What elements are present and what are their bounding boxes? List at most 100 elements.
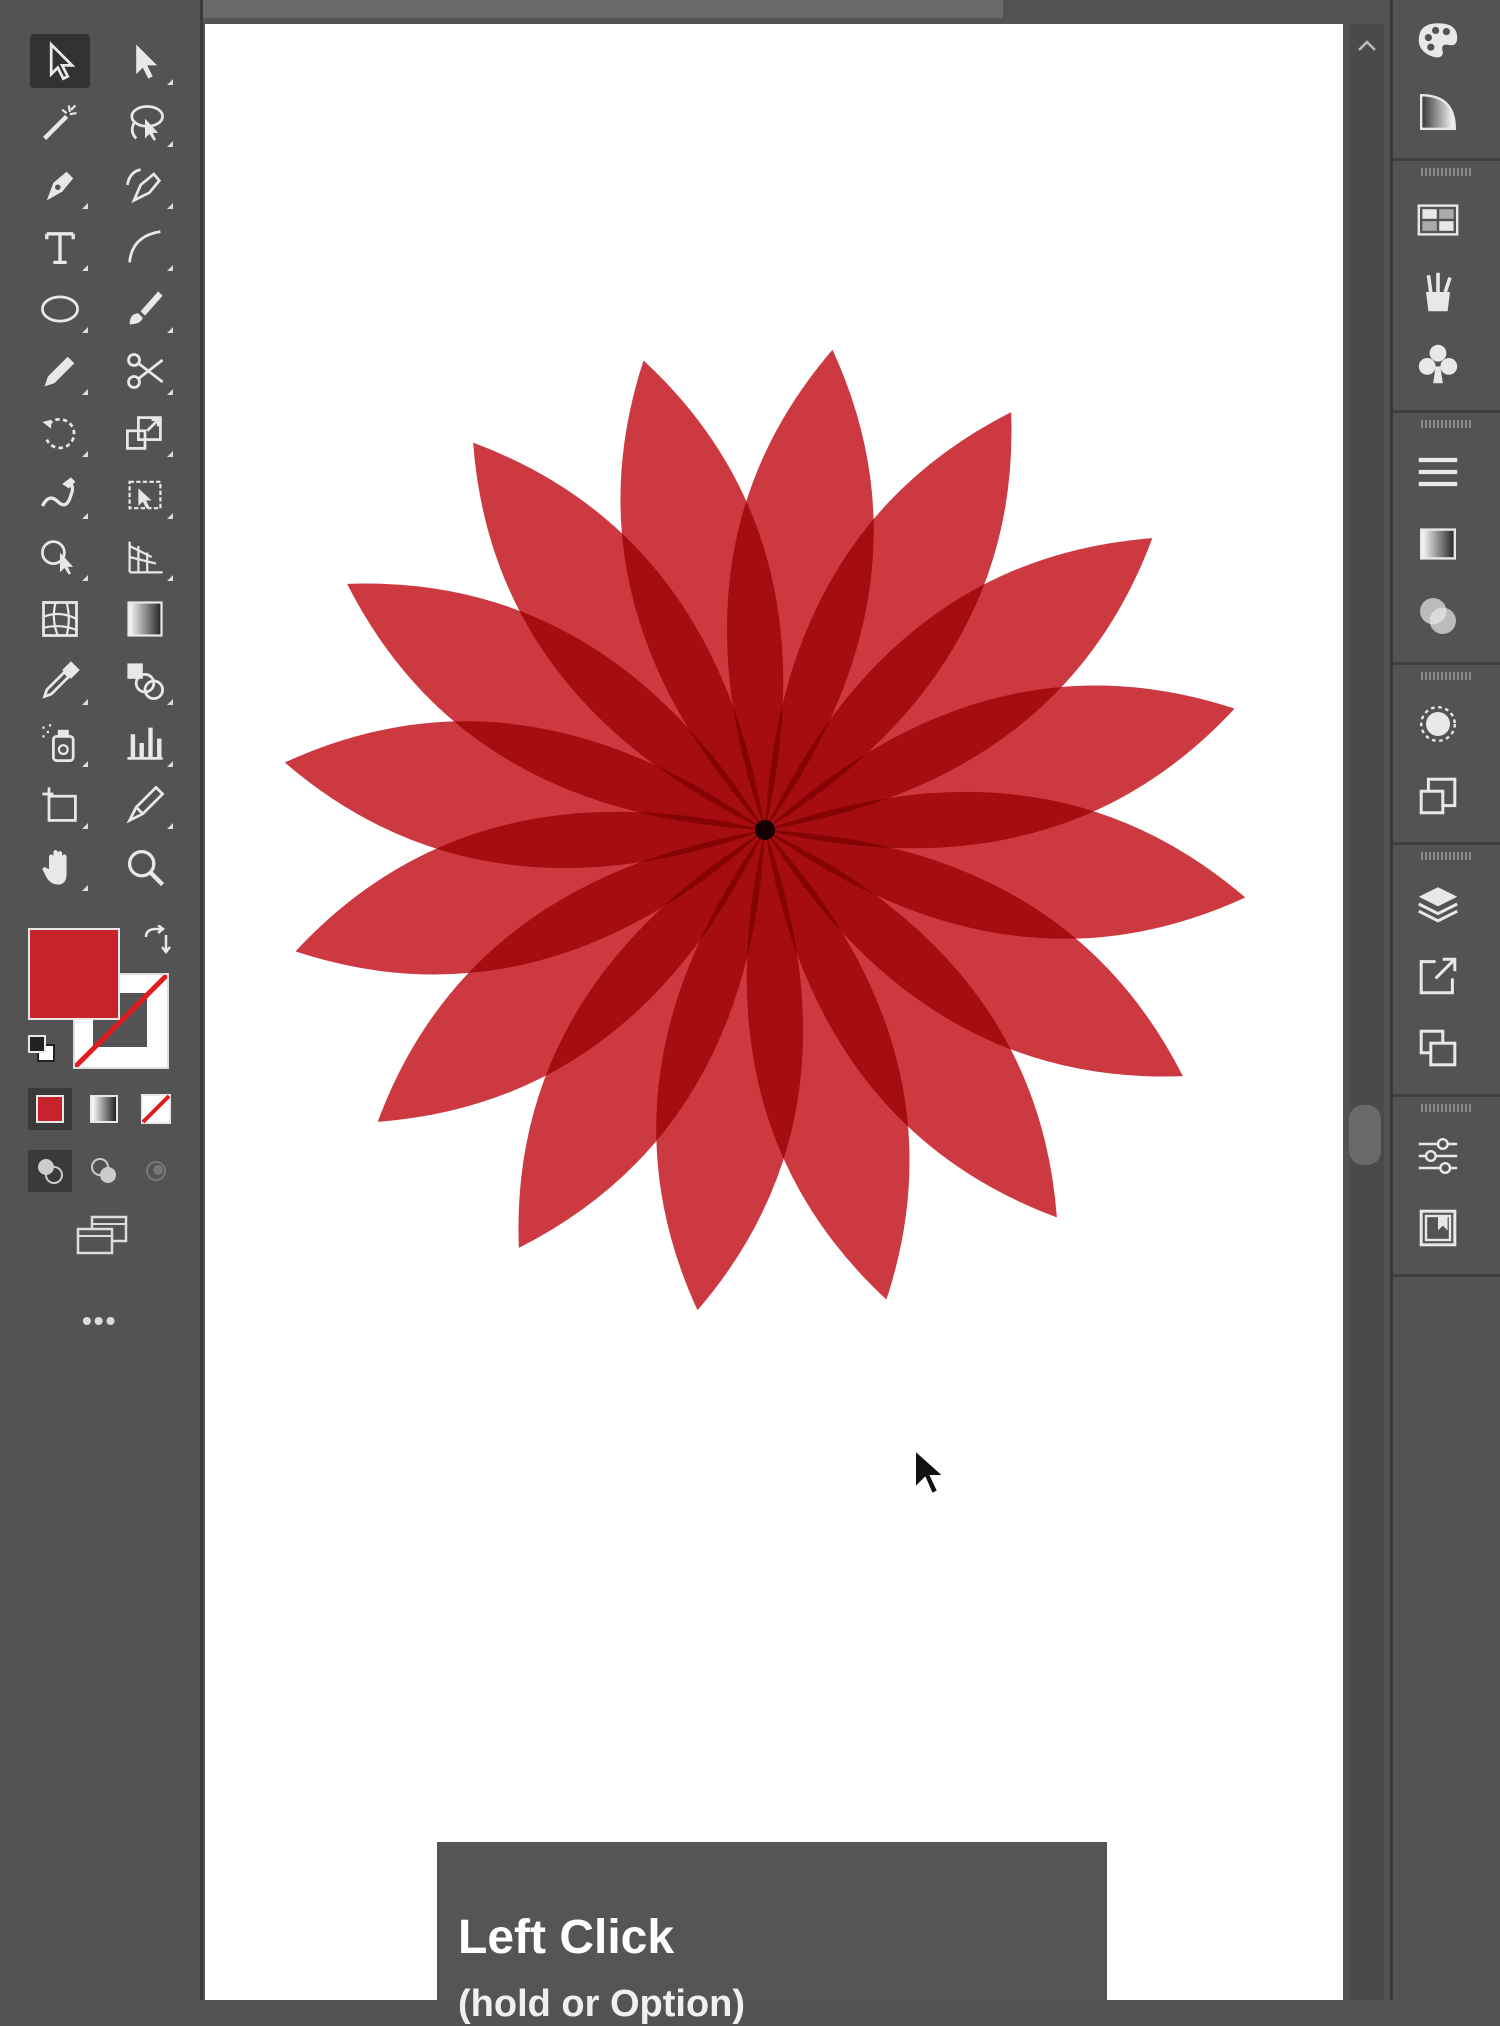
hand-icon [42,849,67,885]
tooltip-title: Left Click [458,1911,675,1964]
perspective-grid-tool-button[interactable] [115,530,175,584]
arc-icon [128,230,161,263]
transparency-panel-button[interactable] [1408,586,1468,646]
scale-icon [126,416,162,450]
default-colors-icon[interactable] [26,1033,58,1065]
swap-fill-stroke-icon[interactable] [140,924,172,957]
swatches-icon [1417,204,1459,236]
draw-behind-button[interactable] [82,1150,126,1192]
pencil-tool-button[interactable] [30,344,90,398]
graphic-styles-panel-button[interactable] [1408,766,1468,826]
appearance-panel-button[interactable] [1408,694,1468,754]
symbols-panel-button[interactable] [1408,334,1468,394]
color-icon [36,1095,64,1123]
warp-icon [40,477,76,507]
scissors-icon [127,353,164,389]
scale-tool-button[interactable] [115,406,175,460]
draw-normal-icon [38,1159,63,1184]
chevron-up-icon [1358,40,1376,51]
blend-icon [127,663,164,700]
layers-icon [1418,887,1458,923]
artboards-panel-icon [1419,1029,1457,1067]
line-segment-tool-button[interactable] [115,220,175,274]
pen-tool-button[interactable] [30,158,90,212]
magic-wand-icon [43,104,77,140]
layers-panel-button[interactable] [1408,874,1468,934]
gradient-panel-button[interactable] [1408,514,1468,574]
libraries-panel-button[interactable] [1408,1198,1468,1258]
paintbrush-tool-button[interactable] [115,282,175,336]
vertical-scrollbar[interactable] [1350,24,1384,2000]
gradient-swatch-icon [90,1095,118,1123]
column-graph-tool-button[interactable] [115,716,175,770]
draw-normal-button[interactable] [28,1150,72,1192]
edit-toolbar-button[interactable]: ••• [82,1305,117,1337]
screen-mode-button[interactable] [72,1210,132,1260]
free-transform-icon [128,480,162,510]
arrow-outline-icon [49,41,76,81]
panel-dock [1390,0,1500,2000]
draw-behind-icon [91,1158,116,1183]
type-tool-button[interactable] [30,220,90,274]
knife-icon [126,785,165,824]
warp-tool-button[interactable] [30,468,90,522]
properties-panel-button[interactable] [1408,1126,1468,1186]
shape-builder-tool-button[interactable] [30,530,90,584]
asset-export-panel-button[interactable] [1408,946,1468,1006]
fill-swatch[interactable] [28,928,120,1020]
ellipse-icon [41,295,79,323]
scrollbar-thumb[interactable] [1349,1105,1381,1165]
scissors-tool-button[interactable] [115,344,175,398]
draw-inside-button[interactable] [134,1150,178,1192]
pencil-icon [44,356,75,387]
artboard-tool-button[interactable] [30,778,90,832]
gradient-tool-button[interactable] [115,592,175,646]
color-guide-panel-button[interactable] [1408,82,1468,142]
artboard-icon [42,787,77,822]
transparency-icon [1420,598,1456,634]
brushes-panel-button[interactable] [1408,262,1468,322]
type-icon [45,232,75,265]
slice-tool-button[interactable] [115,778,175,832]
symbols-icon [1418,344,1458,384]
ellipse-tool-button[interactable] [30,282,90,336]
scroll-up-button[interactable] [1353,30,1381,60]
tooltip-subtitle: (hold or Option) [458,1983,746,2025]
shape-builder-icon [41,540,74,575]
mouse-cursor-icon [913,1447,953,1505]
artboards-panel-button[interactable] [1408,1018,1468,1078]
artboard[interactable] [205,24,1343,2000]
selection-tool-button[interactable] [30,34,90,88]
document-tab-strip [203,0,1003,18]
mesh-tool-button[interactable] [30,592,90,646]
none-mode-button[interactable] [134,1088,178,1130]
flower-center [755,820,775,840]
gradient-mode-button[interactable] [82,1088,126,1130]
zoom-tool-button[interactable] [115,840,175,894]
magic-wand-tool-button[interactable] [30,96,90,150]
lasso-tool-button[interactable] [115,96,175,150]
pen-icon [46,171,74,201]
brushes-icon [1426,272,1452,312]
hand-tool-button[interactable] [30,840,90,894]
appearance-icon [1420,706,1456,742]
column-graph-icon [127,727,163,760]
eyedropper-icon [42,661,80,699]
free-transform-tool-button[interactable] [115,468,175,522]
color-panel-button[interactable] [1408,10,1468,70]
symbol-sprayer-tool-button[interactable] [30,716,90,770]
align-panel-button[interactable] [1408,442,1468,502]
curvature-tool-button[interactable] [115,158,175,212]
blend-tool-button[interactable] [115,654,175,708]
eyedropper-tool-button[interactable] [30,654,90,708]
curvature-pen-icon [126,168,162,204]
brush-icon [129,291,163,325]
rotate-tool-button[interactable] [30,406,90,460]
screen-mode-icon [76,1215,128,1255]
libraries-icon [1419,1209,1457,1247]
direct-selection-tool-button[interactable] [115,34,175,88]
swatches-panel-button[interactable] [1408,190,1468,250]
color-palette-icon [1418,23,1458,58]
color-mode-button[interactable] [28,1088,72,1130]
flower-artwork[interactable] [205,24,1343,2000]
